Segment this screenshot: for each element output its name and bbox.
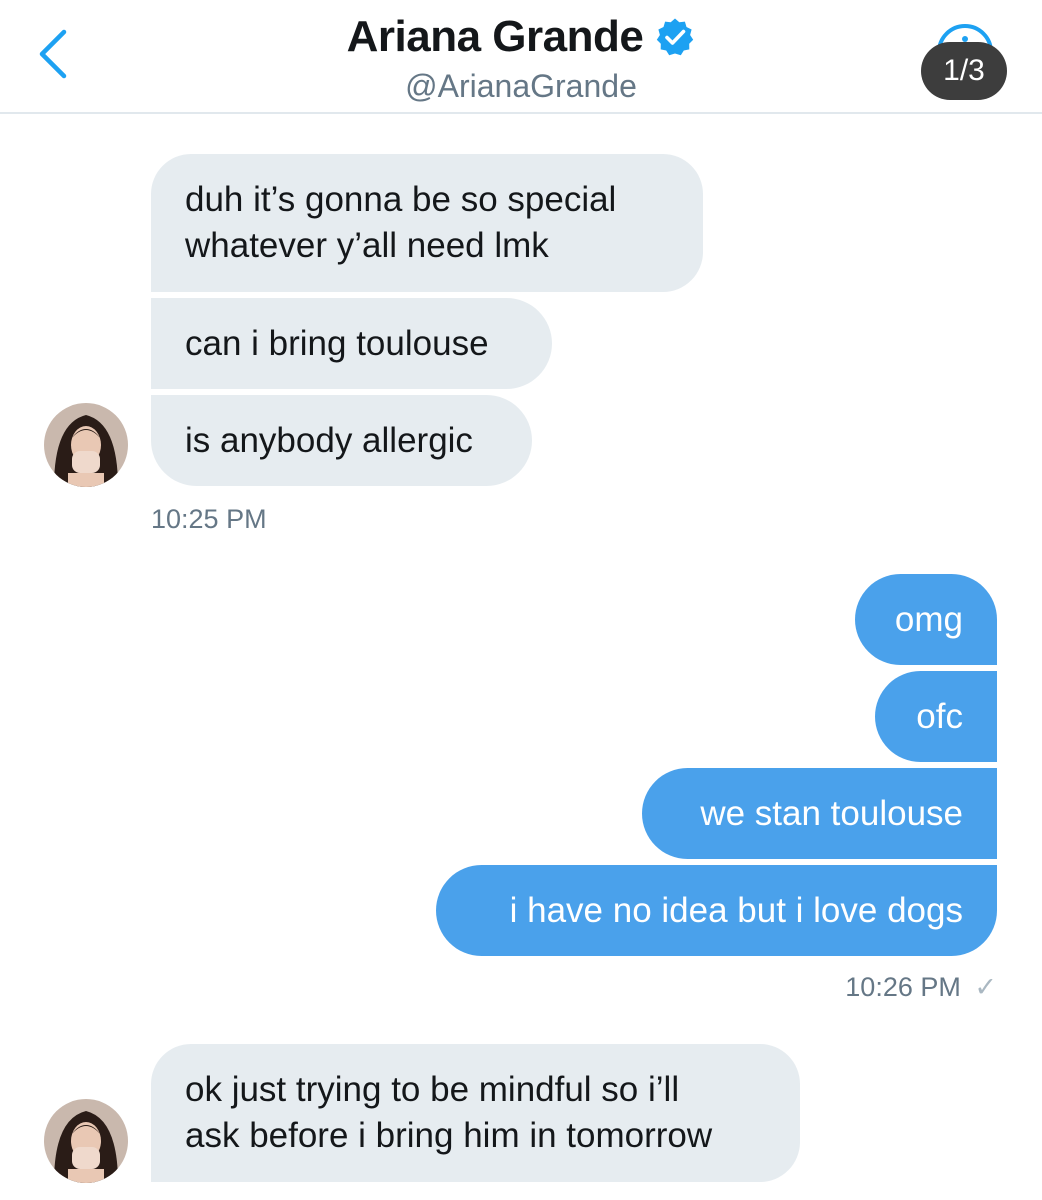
- page-counter-badge: 1/3: [921, 42, 1007, 100]
- avatar[interactable]: [44, 403, 128, 487]
- message-text: omg: [894, 599, 963, 639]
- verified-badge-icon: [657, 18, 694, 56]
- conversation-header: Ariana Grande @ArianaGrande 1/3: [0, 0, 1042, 114]
- message-text: can i bring toulouse: [185, 323, 489, 363]
- incoming-message-bubble[interactable]: duh it’s gonna be so special whatever y’…: [151, 154, 703, 292]
- avatar[interactable]: [44, 1099, 128, 1183]
- outgoing-message-bubble[interactable]: we stan toulouse: [642, 768, 997, 859]
- conversation-title: Ariana Grande: [346, 12, 644, 61]
- outgoing-message-bubble[interactable]: ofc: [875, 671, 997, 762]
- message-timestamp: 10:25 PM: [151, 504, 267, 534]
- message-timestamp-row: 10:26 PM ✓: [700, 972, 997, 1003]
- message-text-line: whatever y’all need lmk: [185, 226, 549, 265]
- message-text-line: ok just trying to be mindful so i’ll: [185, 1070, 680, 1109]
- outgoing-message-bubble[interactable]: i have no idea but i love dogs: [436, 865, 997, 956]
- message-timestamp: 10:26 PM: [845, 972, 961, 1002]
- message-text-line: ask before i bring him in tomorrow: [185, 1116, 713, 1155]
- conversation-title-block: Ariana Grande @ArianaGrande: [0, 12, 1042, 105]
- read-receipt-checkmark-icon: ✓: [974, 972, 997, 1002]
- conversation-handle: @ArianaGrande: [405, 68, 637, 104]
- message-text-line: duh it’s gonna be so special: [185, 180, 617, 219]
- message-text: we stan toulouse: [700, 793, 963, 833]
- message-text: ofc: [916, 696, 963, 736]
- incoming-message-bubble[interactable]: ok just trying to be mindful so i’ll ask…: [151, 1044, 800, 1182]
- incoming-message-bubble[interactable]: is anybody allergic: [151, 395, 532, 486]
- incoming-message-bubble[interactable]: can i bring toulouse: [151, 298, 552, 389]
- message-text: i have no idea but i love dogs: [509, 890, 963, 930]
- outgoing-message-bubble[interactable]: omg: [855, 574, 997, 665]
- message-text: is anybody allergic: [185, 420, 473, 460]
